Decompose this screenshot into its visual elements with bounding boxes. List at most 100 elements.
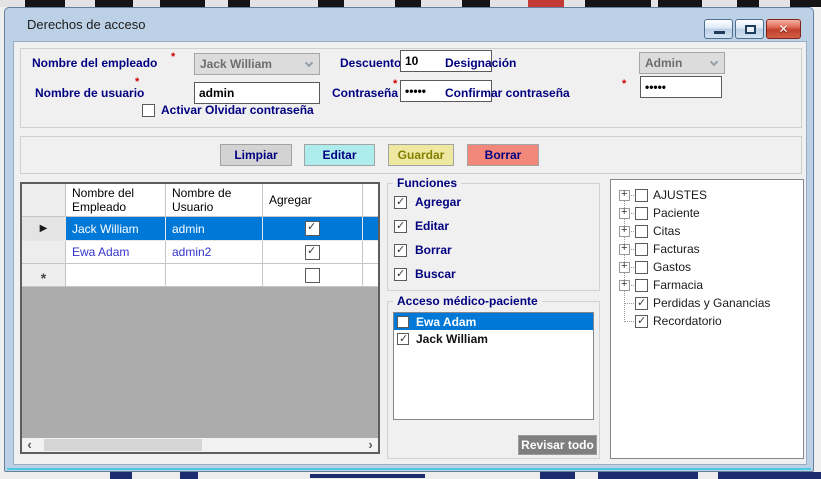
scroll-right-icon[interactable]: ›	[363, 438, 378, 452]
table-row[interactable]: ▶ Jack William admin	[22, 217, 378, 241]
funcion-agregar[interactable]: Agregar	[394, 195, 461, 209]
grid-horizontal-scrollbar[interactable]: ‹ ›	[22, 438, 378, 452]
column-header-username[interactable]: Nombre de Usuario	[166, 184, 263, 217]
cell-username[interactable]: admin2	[166, 241, 263, 264]
funcion-buscar[interactable]: Buscar	[394, 267, 456, 281]
grid-row-filler	[363, 217, 378, 241]
checkbox[interactable]	[635, 261, 648, 274]
cell-username[interactable]	[166, 264, 263, 287]
grid-row-filler	[363, 241, 378, 264]
checkbox[interactable]	[635, 189, 648, 202]
checkbox[interactable]	[635, 225, 648, 238]
password-label: Contraseña	[332, 86, 398, 100]
grid-corner-cell[interactable]	[22, 184, 66, 217]
funcion-borrar[interactable]: Borrar	[394, 243, 452, 257]
employee-required-marker: *	[171, 51, 175, 63]
borrar-button[interactable]: Borrar	[467, 144, 539, 166]
row-selector-cell[interactable]: *	[22, 264, 66, 287]
table-row-new[interactable]: *	[22, 264, 378, 287]
confirm-required-marker: *	[622, 78, 626, 90]
close-button[interactable]	[766, 19, 801, 39]
confirm-password-input[interactable]	[640, 76, 722, 98]
agregar-checkbox[interactable]	[305, 245, 320, 260]
minimize-icon	[714, 31, 725, 34]
designation-combobox[interactable]: Admin	[639, 52, 725, 74]
checkbox[interactable]	[635, 243, 648, 256]
checkbox[interactable]	[394, 268, 407, 281]
checkbox[interactable]	[635, 207, 648, 220]
dialog-window: Derechos de acceso Nombre del empleado *…	[4, 7, 814, 472]
revisar-todo-button[interactable]: Revisar todo	[518, 435, 597, 455]
row-selector-cell[interactable]	[22, 241, 66, 264]
limpiar-button[interactable]: Limpiar	[220, 144, 292, 166]
row-selector-cell[interactable]: ▶	[22, 217, 66, 241]
agregar-checkbox[interactable]	[305, 221, 320, 236]
checkbox[interactable]	[635, 279, 648, 292]
minimize-button[interactable]	[704, 19, 733, 39]
scroll-left-icon[interactable]: ‹	[22, 438, 37, 452]
background-icon	[585, 0, 651, 7]
column-header-agregar[interactable]: Agregar	[263, 184, 363, 217]
tree-item-paciente[interactable]: Paciente	[619, 204, 700, 222]
agregar-checkbox[interactable]	[305, 268, 320, 283]
maximize-button[interactable]	[735, 19, 764, 39]
checkbox[interactable]	[397, 316, 409, 328]
forgot-password-option[interactable]: Activar Olvidar contraseña	[142, 103, 314, 117]
cell-username[interactable]: admin	[166, 217, 263, 241]
background-block	[598, 472, 698, 479]
list-item-label: Jack William	[416, 332, 488, 346]
column-header-employee[interactable]: Nombre del Empleado	[66, 184, 166, 217]
username-input[interactable]	[194, 82, 320, 104]
tree-item-label: Farmacia	[653, 278, 703, 292]
tree-item-recordatorio[interactable]: Recordatorio	[619, 312, 722, 330]
employee-combobox-value: Jack William	[200, 57, 272, 71]
list-item-label: Ewa Adam	[416, 315, 476, 329]
editar-button[interactable]: Editar	[304, 144, 375, 166]
list-item[interactable]: Jack William	[394, 330, 593, 347]
tree-item-perdidas-y-ganancias[interactable]: Perdidas y Ganancias	[619, 294, 770, 312]
designation-combobox-value: Admin	[645, 56, 682, 70]
checkbox[interactable]	[394, 220, 407, 233]
funciones-groupbox: Funciones Agregar Editar Borrar Buscar	[387, 183, 600, 291]
discount-label: Descuento	[340, 56, 401, 70]
funcion-label: Borrar	[415, 243, 452, 257]
checkbox[interactable]	[635, 297, 648, 310]
checkbox[interactable]	[394, 196, 407, 209]
table-row[interactable]: Ewa Adam admin2	[22, 241, 378, 264]
expand-icon[interactable]	[619, 244, 630, 255]
cell-agregar[interactable]	[263, 217, 363, 241]
cell-employee[interactable]: Jack William	[66, 217, 166, 241]
tree-item-farmacia[interactable]: Farmacia	[619, 276, 703, 294]
checkbox[interactable]	[635, 315, 648, 328]
expand-icon[interactable]	[619, 226, 630, 237]
background-icon-red	[528, 0, 564, 7]
tree-item-citas[interactable]: Citas	[619, 222, 680, 240]
background-icon	[160, 0, 205, 7]
cell-employee[interactable]: Ewa Adam	[66, 241, 166, 264]
employee-label: Nombre del empleado	[32, 56, 157, 70]
funcion-editar[interactable]: Editar	[394, 219, 449, 233]
tree-item-gastos[interactable]: Gastos	[619, 258, 691, 276]
cell-agregar[interactable]	[263, 264, 363, 287]
forgot-password-checkbox[interactable]	[142, 104, 155, 117]
list-item[interactable]: Ewa Adam	[394, 313, 593, 330]
employee-combobox[interactable]: Jack William	[194, 53, 320, 75]
tree-item-facturas[interactable]: Facturas	[619, 240, 700, 258]
background-block	[310, 474, 425, 478]
checkbox[interactable]	[397, 333, 409, 345]
window-title: Derechos de acceso	[27, 17, 146, 32]
expand-icon[interactable]	[619, 208, 630, 219]
guardar-button[interactable]: Guardar	[388, 144, 454, 166]
background-icon	[95, 0, 133, 7]
tree-item-label: Perdidas y Ganancias	[653, 296, 770, 310]
cell-agregar[interactable]	[263, 241, 363, 264]
expand-icon[interactable]	[619, 190, 630, 201]
cell-employee[interactable]	[66, 264, 166, 287]
background-block	[718, 472, 821, 479]
expand-icon[interactable]	[619, 262, 630, 273]
checkbox[interactable]	[394, 244, 407, 257]
background-icon	[395, 0, 421, 7]
expand-icon[interactable]	[619, 280, 630, 291]
scrollbar-thumb[interactable]	[44, 439, 202, 451]
tree-item-ajustes[interactable]: AJUSTES	[619, 186, 707, 204]
